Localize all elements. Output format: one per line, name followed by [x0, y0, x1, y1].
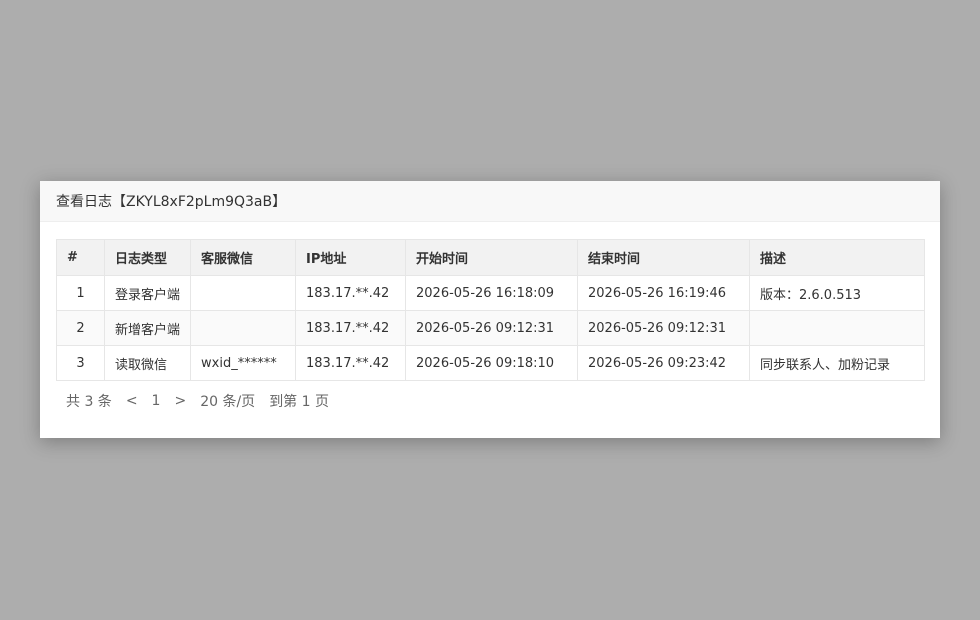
cell-end-time: 2026-05-26 16:19:46: [577, 275, 750, 311]
cell-ip-address: 183.17.**.42: [295, 275, 406, 311]
table-row: 3 读取微信 wxid_****** 183.17.**.42 2026-05-…: [56, 345, 925, 381]
cell-description: 版本：2.6.0.513: [749, 275, 925, 311]
log-dialog: 查看日志【ZKYL8xF2pLm9Q3aB】 # 日志类型 客服微信 IP地址 …: [40, 181, 940, 438]
cell-ip-address: 183.17.**.42: [295, 310, 406, 346]
prev-page-button[interactable]: <: [126, 393, 138, 409]
header-end-time: 结束时间: [577, 239, 750, 276]
cell-log-type: 登录客户端: [104, 275, 191, 311]
header-description: 描述: [749, 239, 925, 276]
cell-description: [749, 310, 925, 346]
cell-description: 同步联系人、加粉记录: [749, 345, 925, 381]
goto-page-input[interactable]: 到第 1 页: [269, 391, 329, 411]
header-ip-address: IP地址: [295, 239, 406, 276]
header-start-time: 开始时间: [405, 239, 578, 276]
cell-ip-address: 183.17.**.42: [295, 345, 406, 381]
table-row: 1 登录客户端 183.17.**.42 2026-05-26 16:18:09…: [56, 275, 925, 311]
cell-log-type: 新增客户端: [104, 310, 191, 346]
table-row: 2 新增客户端 183.17.**.42 2026-05-26 09:12:31…: [56, 310, 925, 346]
dialog-header: 查看日志【ZKYL8xF2pLm9Q3aB】: [40, 181, 940, 222]
dialog-body: # 日志类型 客服微信 IP地址 开始时间 结束时间 描述 1 登录客户端 18…: [40, 222, 940, 421]
cell-start-time: 2026-05-26 09:12:31: [405, 310, 578, 346]
cell-start-time: 2026-05-26 09:18:10: [405, 345, 578, 381]
cell-agent-wechat: [190, 275, 296, 311]
pagination: 共 3 条 < 1 > 20 条/页 到第 1 页: [56, 381, 924, 421]
cell-log-type: 读取微信: [104, 345, 191, 381]
header-index: #: [56, 239, 105, 276]
cell-index: 2: [56, 310, 105, 346]
page-size-select[interactable]: 20 条/页: [200, 391, 255, 411]
cell-index: 1: [56, 275, 105, 311]
table-header-row: # 日志类型 客服微信 IP地址 开始时间 结束时间 描述: [56, 239, 925, 276]
current-page-button[interactable]: 1: [152, 393, 161, 409]
header-agent-wechat: 客服微信: [190, 239, 296, 276]
cell-index: 3: [56, 345, 105, 381]
cell-start-time: 2026-05-26 16:18:09: [405, 275, 578, 311]
cell-agent-wechat: wxid_******: [190, 345, 296, 381]
cell-agent-wechat: [190, 310, 296, 346]
next-page-button[interactable]: >: [174, 393, 186, 409]
log-table: # 日志类型 客服微信 IP地址 开始时间 结束时间 描述 1 登录客户端 18…: [56, 239, 925, 381]
pagination-total: 共 3 条: [66, 394, 112, 410]
dialog-title: 查看日志【ZKYL8xF2pLm9Q3aB】: [56, 194, 287, 210]
cell-end-time: 2026-05-26 09:23:42: [577, 345, 750, 381]
cell-end-time: 2026-05-26 09:12:31: [577, 310, 750, 346]
header-log-type: 日志类型: [104, 239, 191, 276]
